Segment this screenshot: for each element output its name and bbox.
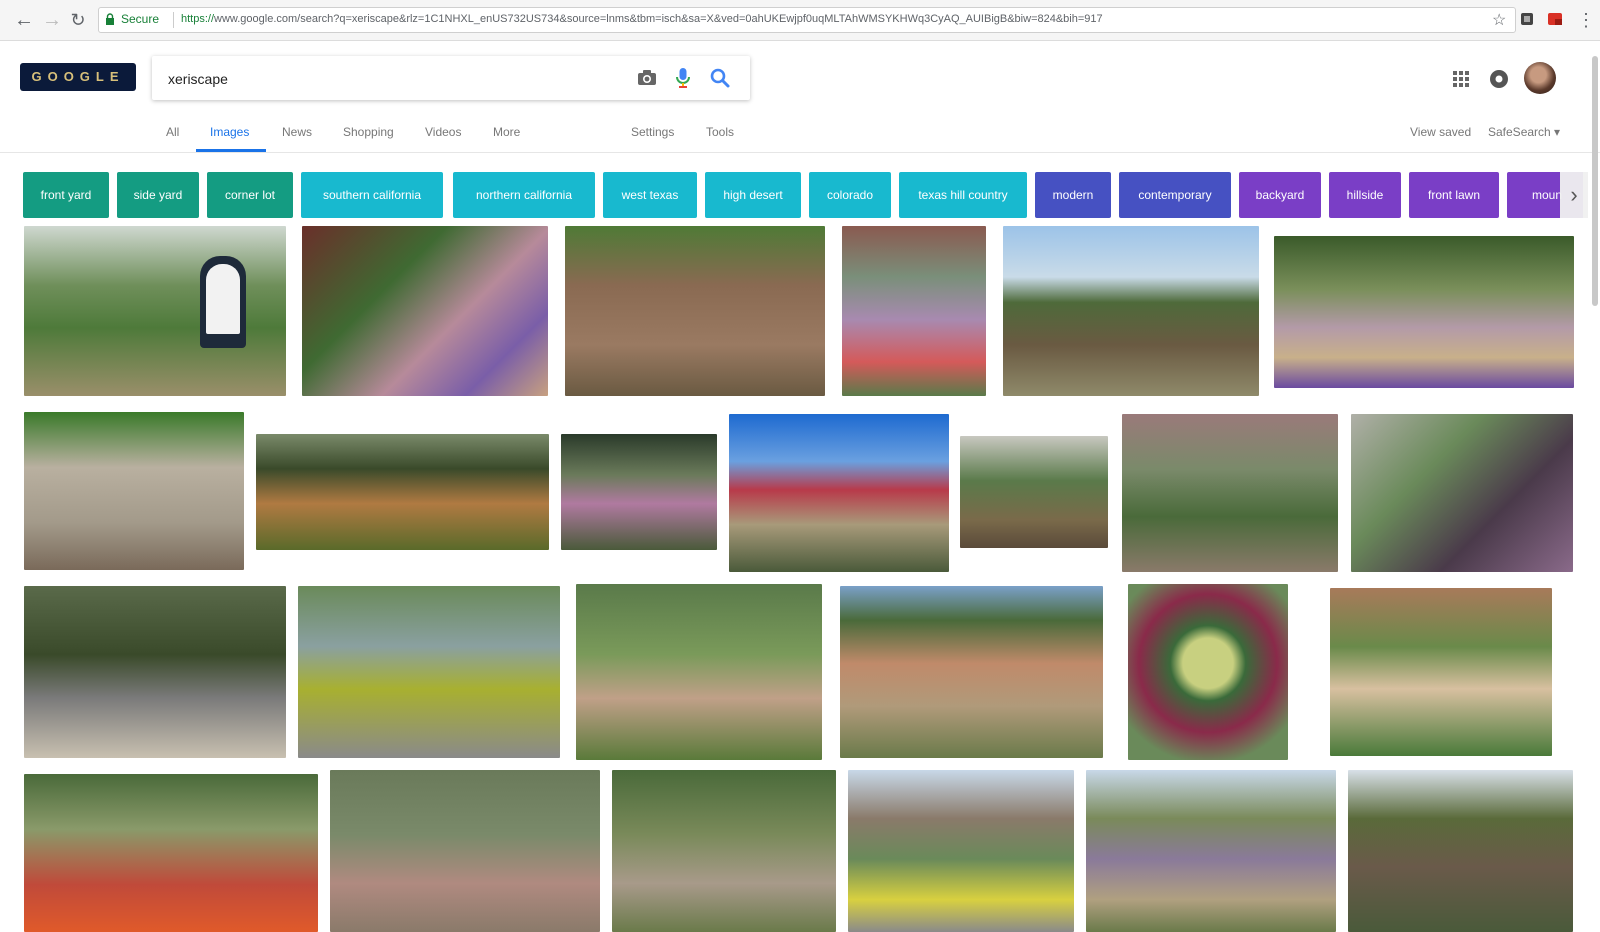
tab-images[interactable]: Images — [210, 125, 249, 139]
image-result[interactable] — [1330, 588, 1552, 756]
chip-high-desert[interactable]: high desert — [705, 172, 801, 218]
image-result[interactable] — [1351, 414, 1573, 572]
view-saved-link[interactable]: View saved — [1410, 125, 1471, 139]
image-result[interactable] — [565, 226, 825, 396]
chip-corner-lot[interactable]: corner lot — [207, 172, 293, 218]
chip-texas-hill-country[interactable]: texas hill country — [899, 172, 1027, 218]
browser-toolbar: ← → ↻ Secure https://www.google.com/sear… — [0, 0, 1600, 41]
chip-west-texas[interactable]: west texas — [603, 172, 697, 218]
url-scheme: https:// — [181, 13, 215, 25]
image-result[interactable] — [24, 774, 318, 932]
chip-front-yard[interactable]: front yard — [23, 172, 109, 218]
secure-label: Secure — [121, 12, 160, 26]
tab-tools[interactable]: Tools — [706, 125, 734, 139]
tab-all[interactable]: All — [166, 125, 179, 139]
image-result[interactable] — [561, 434, 717, 550]
image-result[interactable] — [1128, 584, 1288, 760]
back-icon[interactable]: ← — [12, 8, 36, 32]
avatar[interactable] — [1524, 62, 1556, 94]
image-result[interactable] — [1086, 770, 1336, 932]
image-result[interactable] — [960, 436, 1108, 548]
chips-next-arrow-icon[interactable]: › — [1560, 172, 1588, 218]
chip-hillside[interactable]: hillside — [1329, 172, 1401, 218]
forward-icon[interactable]: → — [40, 8, 64, 32]
notifications-icon[interactable] — [1488, 68, 1510, 90]
tab-shopping[interactable]: Shopping — [343, 125, 394, 139]
chip-modern[interactable]: modern — [1035, 172, 1111, 218]
image-result[interactable] — [256, 434, 549, 550]
image-result[interactable] — [612, 770, 836, 932]
chip-northern-california[interactable]: northern california — [453, 172, 595, 218]
image-result[interactable] — [24, 226, 286, 396]
header-divider — [0, 152, 1600, 153]
address-bar[interactable]: Secure https://www.google.com/search?q=x… — [98, 7, 1516, 33]
chip-contemporary[interactable]: contemporary — [1119, 172, 1231, 218]
tab-more[interactable]: More — [493, 125, 520, 139]
safesearch-toggle[interactable]: SafeSearch ▾ — [1488, 125, 1560, 139]
browser-menu-icon[interactable]: ⋮ — [1574, 8, 1598, 32]
chip-backyard[interactable]: backyard — [1239, 172, 1321, 218]
chip-southern-california[interactable]: southern california — [301, 172, 443, 218]
search-box — [152, 56, 750, 100]
search-input[interactable] — [166, 67, 630, 91]
search-icon[interactable] — [708, 66, 732, 90]
url-separator — [173, 12, 174, 28]
microphone-icon[interactable] — [672, 66, 694, 90]
image-result[interactable] — [330, 770, 600, 932]
image-result[interactable] — [24, 412, 244, 570]
chip-colorado[interactable]: colorado — [809, 172, 891, 218]
extension-icon[interactable] — [1518, 10, 1536, 28]
camera-icon[interactable] — [636, 67, 658, 89]
reload-icon[interactable]: ↻ — [66, 8, 90, 32]
chip-front-lawn[interactable]: front lawn — [1409, 172, 1499, 218]
image-result[interactable] — [576, 584, 822, 760]
extension-red-icon[interactable] — [1546, 10, 1564, 28]
chip-side-yard[interactable]: side yard — [117, 172, 199, 218]
google-logo[interactable]: GOOGLE — [20, 63, 136, 91]
image-result[interactable] — [842, 226, 986, 396]
url-path: www.google.com/search?q=xeriscape&rlz=1C… — [214, 13, 1103, 25]
lock-icon — [106, 13, 114, 25]
tab-videos[interactable]: Videos — [425, 125, 461, 139]
url-text[interactable]: https://www.google.com/search?q=xeriscap… — [181, 13, 1411, 25]
related-searches-bar: front yard side yard corner lot southern… — [23, 172, 1583, 220]
image-result[interactable] — [1274, 236, 1574, 388]
image-result[interactable] — [24, 586, 286, 758]
tab-news[interactable]: News — [282, 125, 312, 139]
apps-grid-icon[interactable] — [1452, 70, 1470, 88]
image-result[interactable] — [840, 586, 1103, 758]
image-result[interactable] — [1122, 414, 1338, 572]
image-result[interactable] — [1003, 226, 1259, 396]
image-result[interactable] — [302, 226, 548, 396]
image-result[interactable] — [729, 414, 949, 572]
tab-settings[interactable]: Settings — [631, 125, 674, 139]
image-result[interactable] — [848, 770, 1074, 932]
page-scrollbar[interactable] — [1592, 56, 1598, 306]
image-result[interactable] — [1348, 770, 1573, 932]
image-result[interactable] — [298, 586, 560, 758]
bookmark-star-icon[interactable]: ☆ — [1492, 10, 1506, 30]
